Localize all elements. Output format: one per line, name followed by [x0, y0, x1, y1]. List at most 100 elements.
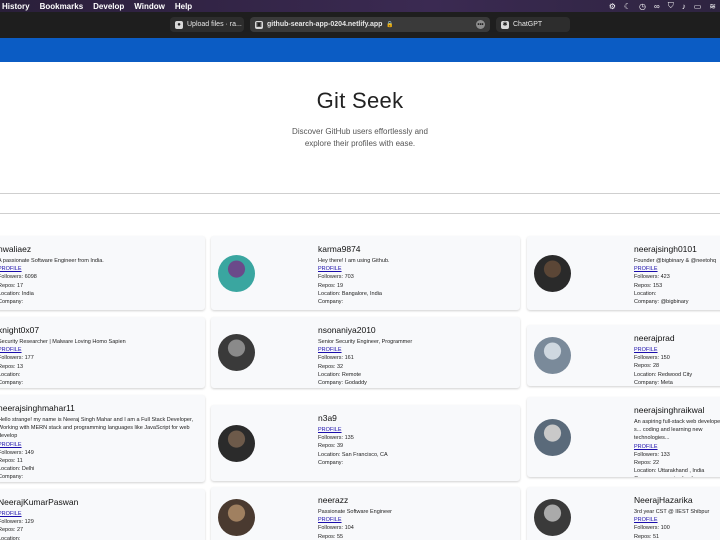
- wifi-icon[interactable]: ≋: [709, 2, 716, 11]
- avatar: [534, 419, 571, 456]
- menu-develop[interactable]: Develop: [93, 2, 124, 11]
- repos-count: Repos: 51: [634, 533, 660, 540]
- user-company: Company: masai school: [634, 475, 720, 477]
- macos-menubar: History Bookmarks Develop Window Help ⚙ …: [0, 0, 720, 12]
- gear-icon[interactable]: ⚙: [609, 2, 616, 11]
- user-info: neerazz Passionate Software Engineer PROFI…: [318, 495, 516, 540]
- repos-count: Repos: 22: [634, 460, 660, 467]
- user-info: neerajsinghraikwal An aspiring full-stack…: [634, 405, 720, 477]
- shield-icon[interactable]: ⛉: [668, 1, 674, 11]
- more-icon[interactable]: •••: [476, 20, 485, 29]
- user-card: neerajsinghmahar11 Hello strange! my name…: [0, 395, 205, 482]
- user-card: n3a9 PROFILE Followers: 135 Repos: 39 Locati…: [211, 405, 520, 481]
- user-info: neerajsingh0101 Founder @bigbinary & @nee…: [634, 244, 720, 306]
- github-icon: ●: [175, 20, 183, 29]
- browser-toolbar: ● Upload files · ra... ▣ github-search-a…: [0, 12, 720, 38]
- menu-history[interactable]: History: [2, 2, 30, 11]
- user-card: neerajprad PROFILE Followers: 150 Repos: 28…: [527, 325, 720, 386]
- username: nwaliaez: [0, 244, 32, 254]
- repos-count: Repos: 39: [318, 443, 344, 450]
- profile-link[interactable]: PROFILE: [634, 443, 720, 451]
- moon-icon[interactable]: ☾: [624, 2, 631, 11]
- user-company: Company:: [0, 380, 24, 387]
- search-bar-area[interactable]: [0, 193, 720, 214]
- repos-count: Repos: 32: [318, 363, 344, 370]
- user-card: neerazz Passionate Software Engineer PROFI…: [211, 487, 520, 540]
- user-bio: Passionate Software Engineer: [318, 509, 392, 515]
- user-info: NeerajKumarPaswan PROFILE Followers: 129 Re…: [0, 497, 201, 540]
- username: neerajsinghraikwal: [634, 405, 705, 415]
- battery-icon[interactable]: ▭: [694, 2, 702, 11]
- followers-count: Followers: 161: [318, 355, 354, 362]
- username: neerajsinghmahar11: [0, 403, 75, 413]
- menu-window[interactable]: Window: [134, 2, 165, 11]
- profile-link[interactable]: PROFILE: [318, 516, 516, 524]
- avatar: [218, 499, 255, 536]
- user-location: Location:: [0, 371, 21, 378]
- tab-chatgpt[interactable]: ✱ ChatGPT: [496, 17, 570, 32]
- user-location: Location: San Francisco, CA: [318, 451, 388, 458]
- profile-link[interactable]: PROFILE: [0, 346, 201, 354]
- profile-link[interactable]: PROFILE: [0, 265, 201, 273]
- user-card: nsonaniya2010 Senior Security Engineer, P…: [211, 317, 520, 388]
- user-company: Company: Meta: [634, 379, 673, 386]
- clock-icon[interactable]: ◷: [639, 2, 646, 11]
- user-location: Location: Delhi: [0, 466, 35, 473]
- user-info: nsonaniya2010 Senior Security Engineer, P…: [318, 325, 516, 387]
- user-info: NeerajHazarika 3rd year CST @ IIEST Shibp…: [634, 495, 720, 540]
- menu-bookmarks[interactable]: Bookmarks: [40, 2, 84, 11]
- followers-count: Followers: 104: [318, 525, 354, 532]
- profile-link[interactable]: PROFILE: [318, 265, 516, 273]
- user-bio: An aspiring full-stack web developer s..…: [634, 419, 720, 442]
- profile-link[interactable]: PROFILE: [634, 346, 720, 354]
- tab-upload-label: Upload files · ra...: [187, 21, 242, 28]
- user-bio: Hello strange! my name is Neeraj Singh M…: [0, 417, 194, 440]
- repos-count: Repos: 28: [634, 363, 660, 370]
- username: neerajsingh0101: [634, 244, 697, 254]
- followers-count: Followers: 423: [634, 274, 670, 281]
- user-bio: 3rd year CST @ IIEST Shibpur: [634, 509, 710, 515]
- repos-count: Repos: 153: [634, 282, 663, 289]
- user-info: nwaliaez A passionate Software Engineer f…: [0, 244, 201, 306]
- repos-count: Repos: 11: [0, 458, 23, 465]
- repos-count: Repos: 19: [318, 282, 344, 289]
- user-info: n3a9 PROFILE Followers: 135 Repos: 39 Locati…: [318, 413, 516, 467]
- user-location: Location: Remote: [318, 371, 362, 378]
- user-location: Location:: [0, 535, 21, 540]
- tab-upload-files[interactable]: ● Upload files · ra...: [170, 17, 244, 32]
- user-bio: Founder @bigbinary & @neetohq: [634, 258, 717, 264]
- username: neerazz: [318, 495, 349, 505]
- page-title: Git Seek: [316, 88, 404, 113]
- username: knight0x07: [0, 325, 40, 335]
- menu-help[interactable]: Help: [175, 2, 192, 11]
- user-card: karma9874 Hey there! I am using Github. PR…: [211, 236, 520, 310]
- followers-count: Followers: 149: [0, 449, 34, 456]
- sound-icon[interactable]: ♪: [682, 2, 686, 11]
- user-company: Company:: [0, 299, 24, 306]
- user-card: knight0x07 Security Researcher | Malware …: [0, 317, 205, 388]
- username: NeerajHazarika: [634, 495, 693, 505]
- glasses-icon[interactable]: ∞: [654, 2, 660, 11]
- profile-link[interactable]: PROFILE: [0, 510, 201, 518]
- user-company: Company:: [318, 299, 344, 306]
- hero-section: Git Seek Discover GitHub users effortles…: [0, 62, 720, 150]
- user-company: Company:: [318, 459, 344, 466]
- username: karma9874: [318, 244, 361, 254]
- profile-link[interactable]: PROFILE: [634, 516, 720, 524]
- avatar: [218, 425, 255, 462]
- profile-link[interactable]: PROFILE: [634, 265, 720, 273]
- page-subtitle: Discover GitHub users effortlessly and e…: [292, 127, 428, 148]
- address-bar-tab[interactable]: ▣ github-search-app-0204.netlify.app 🔒 •…: [250, 17, 490, 32]
- user-bio: Senior Security Engineer, Programmer: [318, 339, 413, 345]
- followers-count: Followers: 177: [0, 355, 34, 362]
- user-location: Location: Uttarakhand , India: [634, 468, 705, 475]
- user-info: neerajsinghmahar11 Hello strange! my name…: [0, 403, 201, 482]
- followers-count: Followers: 100: [634, 525, 670, 532]
- profile-link[interactable]: PROFILE: [0, 441, 201, 449]
- user-card: NeerajKumarPaswan PROFILE Followers: 129 Re…: [0, 489, 205, 540]
- profile-link[interactable]: PROFILE: [318, 426, 516, 434]
- user-company: Company: Godaddy: [318, 380, 367, 387]
- page-content: Git Seek Discover GitHub users effortles…: [0, 38, 720, 540]
- profile-link[interactable]: PROFILE: [318, 346, 516, 354]
- avatar: [534, 337, 571, 374]
